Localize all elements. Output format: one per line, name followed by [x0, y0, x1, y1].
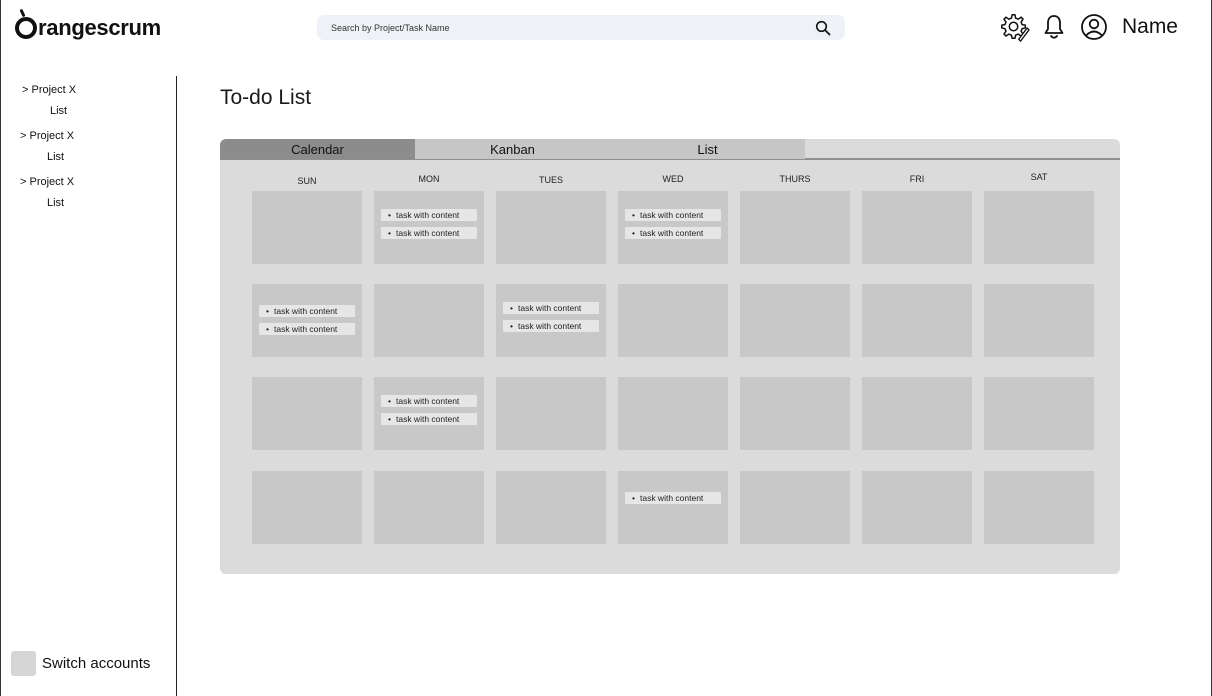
page-title: To-do List [220, 86, 312, 109]
calendar-day-cell[interactable] [740, 191, 850, 264]
sidebar-project-1-list[interactable]: List [50, 105, 67, 117]
day-header-thurs: THURS [779, 174, 811, 184]
calendar-day-cell[interactable] [252, 471, 362, 544]
task-item[interactable]: task with content [625, 492, 721, 504]
day-header-mon: MON [418, 174, 440, 184]
calendar-day-cell[interactable] [374, 284, 484, 357]
sidebar-project-3-list[interactable]: List [47, 197, 64, 209]
calendar-day-cell[interactable]: task with content [618, 471, 728, 544]
calendar-day-cell[interactable] [984, 377, 1094, 450]
calendar-day-cell[interactable] [740, 471, 850, 544]
day-header-tues: TUES [538, 175, 563, 185]
day-header-wed: WED [662, 174, 684, 184]
calendar-day-cell[interactable] [862, 471, 972, 544]
sidebar: > Project X List > Project X List > Proj… [1, 76, 177, 696]
calendar-day-cell[interactable] [984, 284, 1094, 357]
calendar-day-cell[interactable] [374, 471, 484, 544]
calendar-day-cell[interactable]: task with content task with content [496, 284, 606, 357]
task-item[interactable]: task with content [503, 320, 599, 332]
task-item[interactable]: task with content [381, 227, 477, 239]
calendar-day-cell[interactable] [862, 377, 972, 450]
calendar-day-cell[interactable] [496, 191, 606, 264]
calendar-day-cell[interactable] [252, 191, 362, 264]
sidebar-project-2-list[interactable]: List [47, 151, 64, 163]
calendar-day-cell[interactable] [496, 471, 606, 544]
task-item[interactable]: task with content [381, 395, 477, 407]
search-input[interactable] [331, 22, 815, 33]
search-icon[interactable] [815, 20, 831, 36]
logo-o-icon [15, 17, 37, 39]
switch-accounts-label: Switch accounts [42, 655, 151, 672]
app-frame: rangescrum Search by Project/Task Name N… [0, 0, 1212, 696]
sidebar-project-1[interactable]: > Project X [22, 84, 76, 96]
user-name[interactable]: Name [1122, 15, 1178, 39]
header-actions: Name [998, 11, 1178, 43]
task-item[interactable]: task with content [259, 305, 355, 317]
calendar-day-cell[interactable] [984, 191, 1094, 264]
calendar-day-cell[interactable]: task with content task with content [374, 191, 484, 264]
settings-gear-icon[interactable] [998, 11, 1030, 43]
brand-logo[interactable]: rangescrum [15, 10, 161, 46]
view-tabs: Calendar Kanban List [220, 139, 1120, 160]
day-header-fri: FRI [909, 174, 925, 184]
calendar-day-cell[interactable]: task with content task with content [252, 284, 362, 357]
account-avatar [11, 651, 36, 676]
task-item[interactable]: task with content [503, 302, 599, 314]
calendar-day-cell[interactable]: task with content task with content [374, 377, 484, 450]
tab-list[interactable]: List [610, 139, 805, 159]
calendar-day-cell[interactable]: task with content task with content [618, 191, 728, 264]
search-bar[interactable] [317, 15, 845, 40]
day-header-sat: SAT [1030, 172, 1048, 182]
day-header-sun: SUN [297, 176, 317, 186]
calendar-day-cell[interactable] [496, 377, 606, 450]
calendar-day-cell[interactable] [862, 284, 972, 357]
calendar-day-cell[interactable] [618, 284, 728, 357]
calendar-day-cell[interactable] [740, 284, 850, 357]
brand-name: rangescrum [38, 15, 161, 40]
user-avatar-icon[interactable] [1078, 11, 1110, 43]
calendar-day-cell[interactable] [984, 471, 1094, 544]
calendar-day-cell[interactable] [740, 377, 850, 450]
calendar-day-cell[interactable] [862, 191, 972, 264]
task-item[interactable]: task with content [259, 323, 355, 335]
calendar-day-cell[interactable] [252, 377, 362, 450]
tab-kanban[interactable]: Kanban [415, 139, 610, 159]
calendar-day-cell[interactable] [618, 377, 728, 450]
calendar-panel: Calendar Kanban List SUN MON TUES WED THURS F… [220, 139, 1120, 574]
task-item[interactable]: task with content [381, 413, 477, 425]
task-item[interactable]: task with content [381, 209, 477, 221]
task-item[interactable]: task with content [625, 209, 721, 221]
switch-accounts-button[interactable]: Switch accounts [11, 651, 150, 676]
notification-bell-icon[interactable] [1038, 11, 1070, 43]
sidebar-project-2[interactable]: > Project X [20, 130, 74, 142]
tab-calendar[interactable]: Calendar [220, 139, 415, 159]
task-item[interactable]: task with content [625, 227, 721, 239]
sidebar-project-3[interactable]: > Project X [20, 176, 74, 188]
